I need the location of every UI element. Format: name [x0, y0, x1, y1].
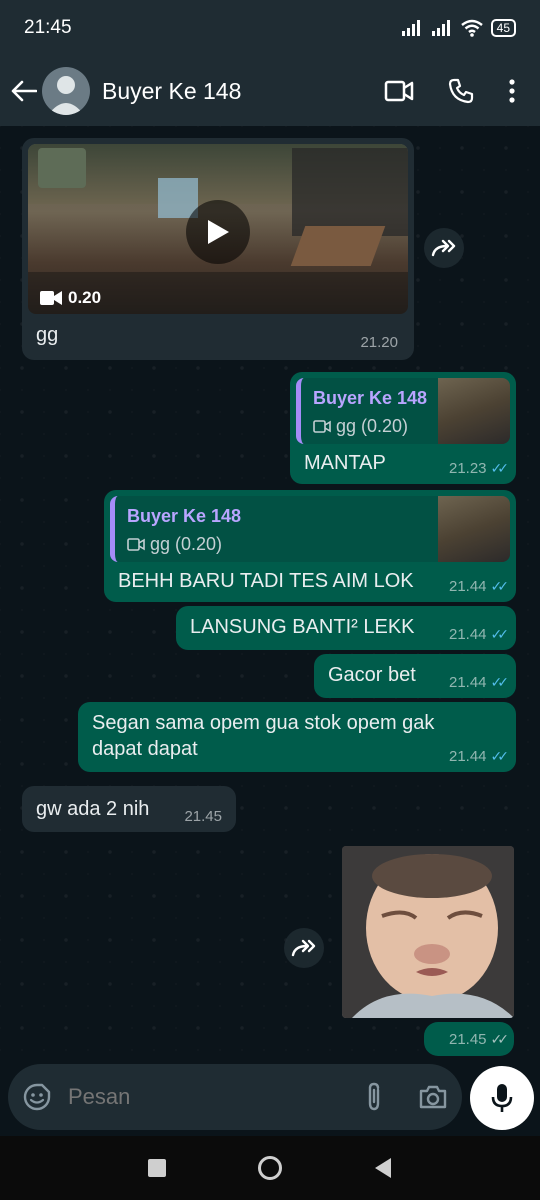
play-icon — [208, 220, 229, 244]
read-ticks-icon: ✓✓ — [490, 578, 510, 594]
delivered-ticks-icon: ✓✓ — [490, 1031, 510, 1047]
message-outgoing[interactable]: Gacor bet 21.44 ✓✓ — [314, 654, 516, 698]
back-button[interactable] — [8, 75, 40, 107]
read-ticks-icon: ✓✓ — [490, 626, 510, 642]
quote-author: Buyer Ke 148 — [313, 388, 428, 408]
message-text: LANSUNG BANTI² LEKK — [190, 616, 415, 638]
video-camera-icon — [40, 291, 62, 305]
default-avatar-icon — [48, 76, 84, 115]
video-call-icon[interactable] — [384, 80, 414, 102]
read-ticks-icon: ✓✓ — [490, 674, 510, 690]
message-text: Segan sama opem gua stok opem gak — [92, 712, 435, 734]
quoted-message[interactable]: Buyer Ke 148 gg (0.20) — [296, 378, 510, 444]
message-time: 21.44 ✓✓ — [448, 748, 510, 765]
chat-header: Buyer Ke 148 — [0, 56, 540, 126]
read-ticks-icon: ✓✓ — [490, 460, 510, 476]
video-duration-label: 0.20 — [68, 288, 102, 307]
message-text: gw ada 2 nih — [36, 798, 150, 820]
message-time: 21.45 ✓✓ — [448, 1031, 510, 1048]
forward-icon — [291, 939, 316, 957]
message-time: 21.23 ✓✓ — [448, 460, 510, 477]
message-text: MANTAP — [304, 452, 386, 474]
status-icons: 45 — [401, 19, 516, 37]
quote-thumbnail — [438, 496, 510, 562]
home-icon[interactable] — [257, 1155, 283, 1181]
back-icon[interactable] — [373, 1157, 393, 1179]
quoted-message[interactable]: Buyer Ke 148 gg (0.20) — [110, 496, 510, 562]
message-outgoing-reply[interactable]: Buyer Ke 148 gg (0.20) MANTAP 21.23 ✓✓ — [290, 372, 516, 484]
system-nav-bar — [0, 1136, 540, 1200]
baby-photo-image — [342, 846, 514, 1018]
message-incoming[interactable]: gw ada 2 nih 21.45 — [22, 786, 236, 832]
signal-icon-2 — [431, 20, 450, 36]
avatar[interactable] — [42, 67, 90, 115]
message-time: 21.45 — [184, 808, 222, 825]
quote-text: gg (0.20) — [336, 416, 409, 436]
message-outgoing[interactable]: Segan sama opem gua stok opem gak dapat … — [78, 702, 516, 772]
quote-thumbnail — [438, 378, 510, 444]
battery-indicator: 45 — [490, 19, 516, 37]
message-composer — [8, 1064, 462, 1130]
message-time: 21.20 — [360, 334, 398, 351]
forward-button[interactable] — [424, 228, 464, 268]
message-text-line2: dapat dapat — [92, 738, 198, 760]
quote-author: Buyer Ke 148 — [127, 506, 242, 526]
message-text: gg — [36, 324, 59, 346]
forward-icon — [431, 239, 456, 257]
minimap-icon — [38, 148, 86, 188]
emoji-icon[interactable] — [22, 1082, 52, 1112]
attach-icon[interactable] — [364, 1082, 384, 1112]
image-message[interactable] — [342, 846, 514, 1018]
recents-icon[interactable] — [147, 1158, 167, 1178]
chat-area[interactable]: 0.20 gg 21.20 Buyer Ke 148 gg (0.20) MAN… — [0, 126, 540, 1064]
wifi-icon — [460, 19, 483, 37]
video-camera-icon — [127, 538, 145, 551]
message-incoming-video[interactable]: 0.20 gg 21.20 — [22, 138, 414, 360]
mic-button[interactable] — [470, 1066, 534, 1130]
status-bar: 21:45 45 — [0, 0, 540, 56]
message-text: BEHH BARU TADI TES AIM LOK — [118, 570, 414, 592]
phone-icon[interactable] — [448, 78, 474, 104]
play-button[interactable] — [186, 200, 250, 264]
message-text: Gacor bet — [328, 664, 416, 686]
contact-name[interactable]: Buyer Ke 148 — [102, 78, 384, 105]
status-time: 21:45 — [24, 17, 72, 38]
video-camera-icon — [313, 420, 331, 433]
read-ticks-icon: ✓✓ — [490, 748, 510, 764]
message-outgoing-reply[interactable]: Buyer Ke 148 gg (0.20) BEHH BARU TADI TE… — [104, 490, 516, 602]
message-time: 21.44 ✓✓ — [448, 578, 510, 595]
message-outgoing[interactable]: LANSUNG BANTI² LEKK 21.44 ✓✓ — [176, 606, 516, 650]
message-time: 21.44 ✓✓ — [448, 674, 510, 691]
image-time-badge: 21.45 ✓✓ — [424, 1022, 514, 1056]
camera-icon[interactable] — [418, 1084, 448, 1110]
more-icon[interactable] — [508, 78, 516, 104]
forward-button[interactable] — [284, 928, 324, 968]
video-thumbnail[interactable]: 0.20 — [28, 144, 408, 314]
back-arrow-icon — [11, 80, 37, 102]
message-time: 21.44 ✓✓ — [448, 626, 510, 643]
message-input[interactable] — [68, 1084, 364, 1110]
quote-text: gg (0.20) — [150, 534, 223, 554]
mic-icon — [491, 1084, 513, 1112]
signal-icon — [401, 20, 420, 36]
video-duration: 0.20 — [40, 288, 101, 308]
